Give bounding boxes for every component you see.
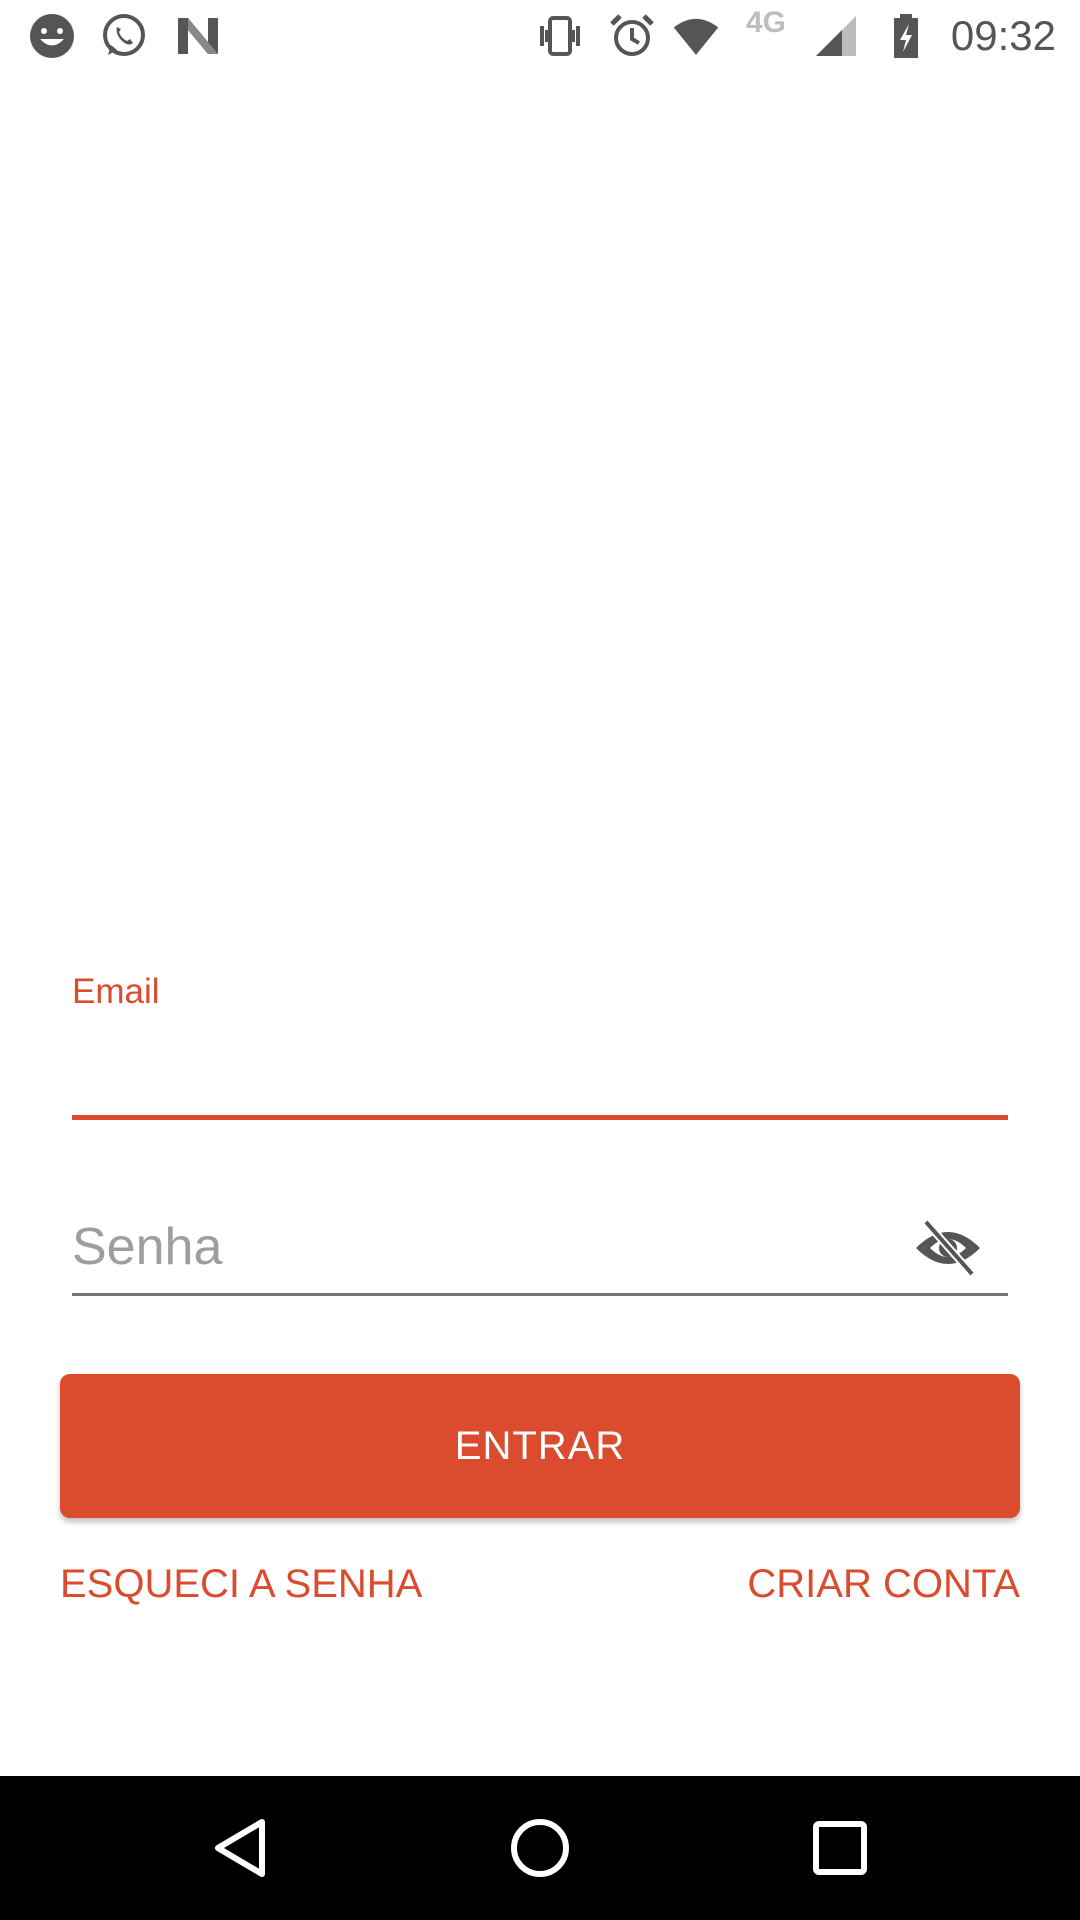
login-button[interactable]: ENTRAR bbox=[60, 1374, 1020, 1518]
password-field[interactable] bbox=[72, 1200, 1008, 1296]
network-type-label: 4G bbox=[746, 6, 787, 39]
back-icon[interactable] bbox=[204, 1812, 276, 1884]
navigation-bar bbox=[0, 1776, 1080, 1920]
visibility-off-icon[interactable] bbox=[912, 1216, 984, 1280]
cell-signal-icon bbox=[816, 16, 856, 56]
vibrate-icon bbox=[540, 16, 580, 56]
n-app-icon bbox=[178, 18, 218, 54]
battery-charging-icon bbox=[894, 14, 918, 58]
status-bar: 4G 09:32 bbox=[0, 0, 1080, 72]
home-icon[interactable] bbox=[504, 1812, 576, 1884]
status-time: 09:32 bbox=[950, 12, 1056, 59]
create-account-button[interactable]: CRIAR CONTA bbox=[747, 1562, 1020, 1607]
smiley-notification-icon bbox=[30, 14, 74, 58]
alarm-icon bbox=[610, 14, 654, 56]
email-label: Email bbox=[72, 972, 160, 1011]
email-field[interactable] bbox=[72, 1030, 1008, 1120]
recents-icon[interactable] bbox=[804, 1812, 876, 1884]
wifi-icon bbox=[673, 18, 719, 55]
whatsapp-icon bbox=[103, 14, 145, 56]
login-screen: 4G 09:32 Email ENTRAR ESQUECI A SENHA CR… bbox=[0, 0, 1080, 1920]
forgot-password-button[interactable]: ESQUECI A SENHA bbox=[60, 1562, 422, 1607]
